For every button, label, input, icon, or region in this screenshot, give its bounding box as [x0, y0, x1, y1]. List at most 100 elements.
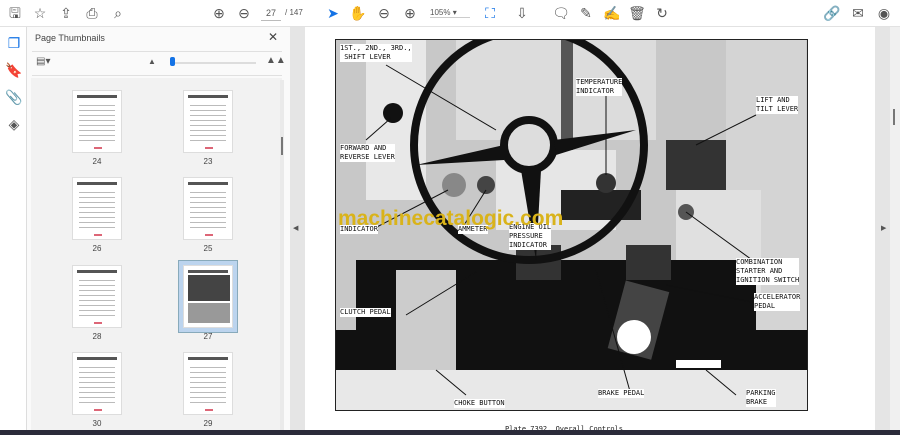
thumb-text-line [79, 140, 115, 141]
divider [32, 75, 282, 76]
thumb-text-line [190, 135, 226, 136]
thumb-text-line [79, 392, 115, 393]
thumb-text-line [190, 372, 226, 373]
thumb-text-line [79, 110, 115, 111]
thumbnail-options-icon[interactable]: ▤▾ [36, 56, 50, 67]
thumbnail-label: 23 [203, 157, 213, 166]
collapse-panel-icon[interactable]: ◀ [293, 224, 298, 232]
thumb-text-line [79, 130, 115, 131]
thumb-text-line [190, 207, 226, 208]
page-thumbnail[interactable] [183, 177, 233, 240]
comment-icon[interactable]: 🗨 [551, 4, 571, 22]
page-thumbnail[interactable] [183, 265, 233, 328]
fit-page-icon[interactable]: ⛶ [480, 4, 500, 22]
sign-icon[interactable]: ✍ [602, 4, 622, 22]
thumb-text-line [79, 207, 115, 208]
thumb-text-line [190, 212, 226, 213]
attachment-icon[interactable]: 📎 [4, 89, 24, 106]
thumbnails-icon[interactable]: ❐ [4, 35, 24, 52]
zoom-value: 105% [430, 8, 451, 17]
thumb-header [77, 95, 117, 98]
panel-scrollbar-thumb[interactable] [281, 137, 283, 155]
thumb-footer [94, 409, 102, 411]
page-up-icon[interactable]: ⊕ [209, 4, 229, 22]
thumb-footer [205, 234, 213, 236]
thumb-text-line [79, 227, 115, 228]
thumb-header [188, 182, 228, 185]
rotate-icon[interactable]: ↻ [652, 4, 672, 22]
thumb-text-line [190, 120, 226, 121]
thumbnail-label: 25 [203, 244, 213, 253]
thumb-text-line [79, 217, 115, 218]
thumb-text-line [79, 197, 115, 198]
save-icon[interactable]: 🖫 [5, 4, 25, 22]
label-forward-reverse-lever: FORWARD AND REVERSE LEVER [340, 144, 395, 162]
page-thumbnail[interactable] [72, 265, 122, 328]
thumb-text-line [190, 115, 226, 116]
thumb-text-line [190, 377, 226, 378]
thumb-text-line [79, 135, 115, 136]
search-icon[interactable]: ⌕ [108, 4, 128, 22]
slider-handle[interactable] [170, 57, 175, 66]
thumbnail-label: 26 [92, 244, 102, 253]
select-icon[interactable]: ➤ [323, 4, 343, 22]
thumb-text-line [79, 315, 115, 316]
scrollbar-thumb[interactable] [893, 109, 895, 125]
page-thumbnail[interactable] [183, 90, 233, 153]
panel-scrollbar[interactable] [280, 80, 284, 430]
label-brake-pedal: BRAKE PEDAL [598, 389, 645, 398]
large-thumbnails-icon[interactable]: ▲▲ [266, 55, 286, 66]
thumb-text-line [190, 197, 226, 198]
page-thumbnail[interactable] [183, 352, 233, 415]
print-icon[interactable]: ⎙ [82, 4, 102, 22]
thumb-text-line [190, 130, 226, 131]
thumb-text-line [79, 120, 115, 121]
star-icon[interactable]: ☆ [30, 4, 50, 22]
thumb-text-line [79, 115, 115, 116]
thumb-text-line [79, 295, 115, 296]
share-link-icon[interactable]: 🔗 [822, 4, 842, 22]
label-accelerator-pedal: ACCELERATOR PEDAL [754, 293, 801, 311]
page-number-input[interactable] [261, 6, 281, 21]
thumb-text-line [79, 402, 115, 403]
thumb-text-line [190, 227, 226, 228]
close-panel-button[interactable]: ✕ [268, 30, 278, 44]
document-scrollbar[interactable] [890, 27, 900, 430]
thumb-header [77, 182, 117, 185]
thumb-text-line [79, 372, 115, 373]
thumbnail-size-slider[interactable] [172, 62, 256, 64]
bookmark-icon[interactable]: 🔖 [4, 62, 24, 79]
email-icon[interactable]: ✉ [848, 4, 868, 22]
expand-right-icon[interactable]: ▶ [881, 224, 886, 232]
thumb-text-line [190, 140, 226, 141]
zoom-in-icon[interactable]: ⊕ [400, 4, 420, 22]
layers-icon[interactable]: ◈ [4, 116, 24, 133]
thumb-header [77, 357, 117, 360]
zoom-out-icon[interactable]: ⊖ [374, 4, 394, 22]
zoom-select[interactable]: 105% ▾ [430, 8, 470, 18]
thumb-text-line [190, 222, 226, 223]
divider [32, 51, 282, 52]
hand-icon[interactable]: ✋ [348, 4, 368, 22]
upload-icon[interactable]: ⇪ [56, 4, 76, 22]
thumb-text-line [79, 305, 115, 306]
watermark: machinecatalogic.com [338, 207, 564, 230]
thumbnail-label: 30 [92, 419, 102, 428]
delete-icon[interactable]: 🗑 [627, 4, 647, 22]
page-down-icon[interactable]: ⊖ [234, 4, 254, 22]
label-combination-switch: COMBINATION STARTER AND IGNITION SWITCH [736, 258, 800, 285]
thumb-text-line [190, 202, 226, 203]
thumb-photo [188, 303, 230, 323]
thumb-text-line [190, 217, 226, 218]
page-thumbnail[interactable] [72, 352, 122, 415]
page-thumbnail[interactable] [72, 90, 122, 153]
thumb-footer [94, 322, 102, 324]
account-icon[interactable]: ◉ [874, 4, 894, 22]
thumb-text-line [79, 300, 115, 301]
thumb-text-line [79, 125, 115, 126]
pen-icon[interactable]: ✎ [576, 4, 596, 22]
small-thumbnails-icon[interactable]: ▲ [148, 57, 156, 66]
page-thumbnail[interactable] [72, 177, 122, 240]
thumb-text-line [190, 367, 226, 368]
scroll-mode-icon[interactable]: ⇩ [512, 4, 532, 22]
